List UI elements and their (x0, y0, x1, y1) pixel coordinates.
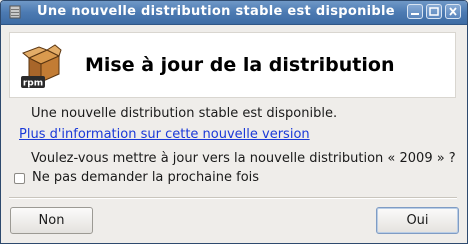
maximize-icon (429, 7, 439, 16)
no-button[interactable]: Non (10, 207, 93, 234)
more-info-link[interactable]: Plus d'information sur cette nouvelle ve… (19, 127, 310, 142)
button-separator (9, 197, 457, 199)
window-title: Une nouvelle distribution stable est dis… (37, 4, 395, 19)
yes-button[interactable]: Oui (376, 207, 459, 234)
update-question: Voulez-vous mettre à jour vers la nouvel… (31, 151, 456, 166)
rpm-logo-text: rpm (23, 79, 43, 89)
dialog-heading: Mise à jour de la distribution (85, 54, 395, 76)
close-icon (449, 7, 457, 16)
update-dialog-window: Une nouvelle distribution stable est dis… (0, 0, 468, 244)
status-message: Une nouvelle distribution stable est dis… (31, 106, 338, 121)
minimize-icon (411, 13, 419, 15)
dont-ask-checkbox[interactable] (14, 173, 25, 184)
minimize-button[interactable] (407, 4, 423, 19)
dont-ask-checkbox-label[interactable]: Ne pas demander la prochaine fois (32, 170, 259, 185)
maximize-button[interactable] (426, 4, 442, 19)
rpm-package-icon: rpm (21, 44, 62, 89)
title-bar[interactable]: Une nouvelle distribution stable est dis… (1, 1, 467, 25)
close-button[interactable] (445, 4, 461, 19)
app-icon (9, 5, 21, 19)
header-panel: rpm Mise à jour de la distribution (9, 32, 456, 98)
